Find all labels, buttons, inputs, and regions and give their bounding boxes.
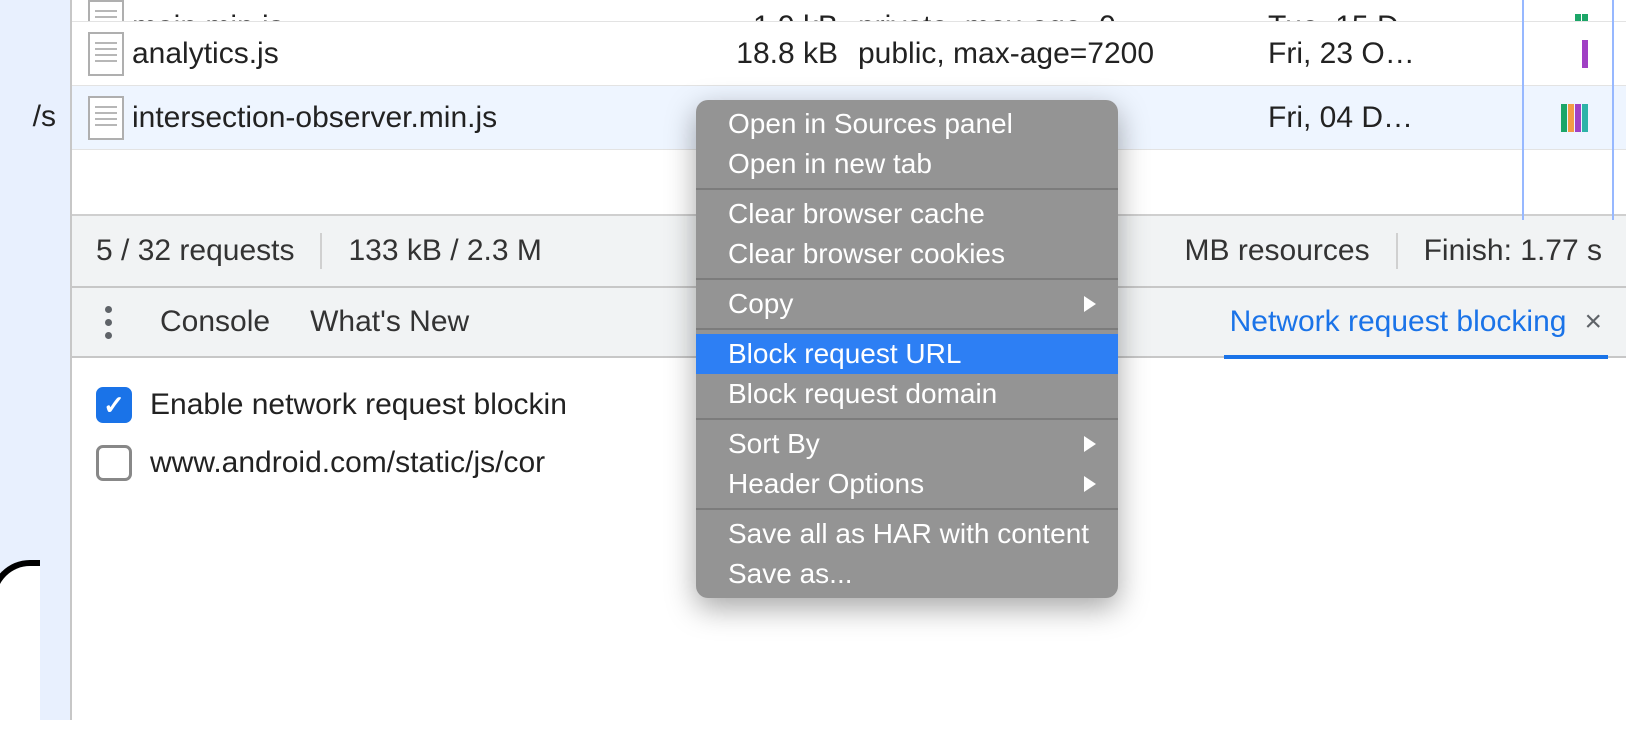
file-icon: [88, 32, 124, 76]
status-transferred: 133 kB / 2.3 M: [348, 234, 541, 268]
cache-control: private, max-age=0: [858, 10, 1268, 22]
tab-label: Network request blocking: [1230, 305, 1567, 339]
ctx-clear-cache[interactable]: Clear browser cache: [696, 194, 1118, 234]
ctx-copy[interactable]: Copy: [696, 284, 1118, 324]
chevron-right-icon: [1084, 296, 1096, 312]
chevron-right-icon: [1084, 436, 1096, 452]
time-cell: Fri, 04 D…: [1268, 101, 1468, 135]
waterfall-cell: [1468, 102, 1626, 134]
ctx-open-sources[interactable]: Open in Sources panel: [696, 104, 1118, 144]
enable-blocking-checkbox[interactable]: [96, 387, 132, 423]
file-name: main.min.js: [132, 10, 602, 22]
gutter-partial-text: /s: [33, 100, 56, 134]
page-gutter: /s: [0, 0, 70, 720]
waterfall-cell: [1468, 12, 1626, 22]
ctx-save-as[interactable]: Save as...: [696, 554, 1118, 594]
file-icon: [88, 96, 124, 140]
file-icon: [88, 0, 124, 22]
tab-whats-new[interactable]: What's New: [310, 305, 469, 339]
file-size: 1.9 kB: [602, 10, 858, 22]
divider: [1396, 233, 1398, 269]
file-name: intersection-observer.min.js: [132, 101, 602, 135]
table-row[interactable]: main.min.js 1.9 kB private, max-age=0 Tu…: [72, 0, 1626, 22]
file-name: analytics.js: [132, 37, 602, 71]
tab-network-request-blocking[interactable]: Network request blocking ×: [1230, 305, 1602, 339]
time-cell: Tue, 15 D…: [1268, 10, 1468, 22]
drawer-menu-icon[interactable]: [96, 306, 120, 339]
cache-control: public, max-age=7200: [858, 37, 1268, 71]
enable-blocking-label: Enable network request blockin: [150, 388, 567, 422]
status-finish: Finish: 1.77 s: [1424, 234, 1602, 268]
time-cell: Fri, 23 O…: [1268, 37, 1468, 71]
phone-frame-icon: [0, 560, 40, 730]
status-resources: MB resources: [1185, 234, 1370, 268]
tab-console[interactable]: Console: [160, 305, 270, 339]
ctx-block-domain[interactable]: Block request domain: [696, 374, 1118, 414]
file-size: 18.8 kB: [602, 37, 858, 71]
timeline-marker: [1612, 0, 1614, 220]
context-menu: Open in Sources panel Open in new tab Cl…: [696, 100, 1118, 598]
ctx-open-tab[interactable]: Open in new tab: [696, 144, 1118, 184]
ctx-header-options[interactable]: Header Options: [696, 464, 1118, 504]
chevron-right-icon: [1084, 476, 1096, 492]
pattern-text: www.android.com/static/js/cor: [150, 446, 545, 480]
timeline-marker: [1522, 0, 1524, 220]
status-requests: 5 / 32 requests: [96, 234, 294, 268]
close-icon[interactable]: ×: [1584, 305, 1602, 339]
divider: [320, 233, 322, 269]
pattern-checkbox[interactable]: [96, 445, 132, 481]
ctx-sort-by[interactable]: Sort By: [696, 424, 1118, 464]
waterfall-cell: [1468, 38, 1626, 70]
ctx-clear-cookies[interactable]: Clear browser cookies: [696, 234, 1118, 274]
ctx-save-har[interactable]: Save all as HAR with content: [696, 514, 1118, 554]
ctx-block-url[interactable]: Block request URL: [696, 334, 1118, 374]
table-row[interactable]: analytics.js 18.8 kB public, max-age=720…: [72, 22, 1626, 86]
